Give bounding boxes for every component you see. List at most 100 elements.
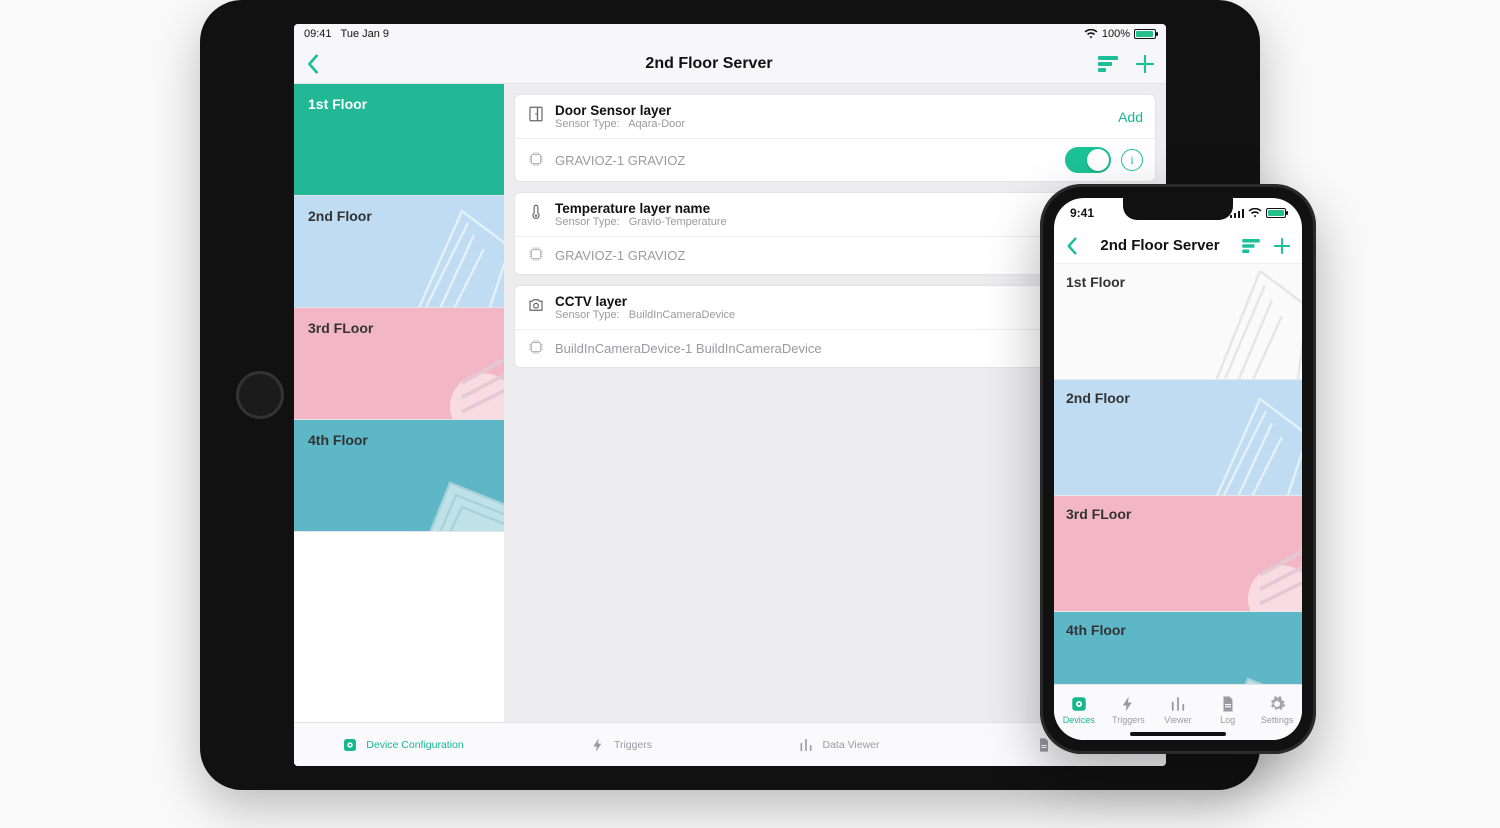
chart-bars-icon [798, 737, 814, 753]
area-label: 3rd FLoor [308, 320, 373, 336]
tab-label: Device Configuration [366, 739, 463, 751]
status-clock: 09:41 Tue Jan 9 [304, 28, 389, 40]
status-time: 9:41 [1070, 206, 1094, 220]
area-item[interactable]: 3rd FLoor [1054, 496, 1302, 612]
back-button[interactable] [1066, 237, 1078, 255]
tab-viewer[interactable]: Viewer [1153, 685, 1203, 734]
tab-devices[interactable]: Devices [1054, 685, 1104, 734]
sensor-type-value: BuildInCameraDevice [629, 309, 735, 321]
sensor-type-label: Sensor Type: [555, 309, 620, 321]
camera-icon [527, 296, 545, 319]
areas-sidebar: 1st Floor 2nd Floor 3rd FLoor 4th Floor [294, 84, 504, 722]
area-label: 1st Floor [308, 96, 367, 112]
ipad-status-bar: 09:41 Tue Jan 9 100% [294, 24, 1166, 44]
areas-list[interactable]: 1st Floor 2nd Floor 3rd FLoor 4th Floor [1054, 264, 1302, 684]
ipad-screen: 09:41 Tue Jan 9 100% 2nd Floor Server [294, 24, 1166, 766]
device-name: GRAVIOZ-1 GRAVIOZ [555, 153, 1055, 168]
iphone-device-frame: 9:41 2nd Floor Server [1040, 184, 1316, 754]
sensor-type-label: Sensor Type: [555, 216, 620, 228]
add-button[interactable] [1274, 238, 1290, 254]
chip-icon [527, 338, 545, 359]
area-label: 4th Floor [1066, 622, 1126, 638]
area-item[interactable]: 2nd Floor [294, 196, 504, 308]
plus-icon [1136, 55, 1154, 73]
page-title: 2nd Floor Server [1100, 237, 1219, 254]
ipad-tab-bar: Device Configuration Triggers Data Viewe… [294, 722, 1166, 766]
area-label: 3rd FLoor [1066, 506, 1131, 522]
file-icon [1219, 695, 1237, 713]
iphone-nav-bar: 2nd Floor Server [1054, 228, 1302, 264]
plus-icon [1274, 238, 1290, 254]
sensor-type-label: Sensor Type: [555, 118, 620, 130]
layer-group: Door Sensor layer Sensor Type: Aqara-Doo… [514, 94, 1156, 182]
ipad-nav-bar: 2nd Floor Server [294, 44, 1166, 84]
chip-icon [527, 150, 545, 171]
building-decoration-icon [1188, 503, 1302, 612]
tab-label: Log [1220, 715, 1235, 725]
building-decoration-icon [390, 423, 504, 532]
thermometer-icon [527, 203, 545, 226]
page-title: 2nd Floor Server [645, 55, 772, 73]
building-decoration-icon [1188, 619, 1302, 684]
bolt-icon [590, 737, 606, 753]
sensor-type-value: Aqara-Door [628, 118, 685, 130]
home-indicator[interactable] [1130, 732, 1226, 736]
add-button[interactable] [1136, 55, 1154, 73]
tab-label: Triggers [614, 739, 652, 751]
layer-header[interactable]: Door Sensor layer Sensor Type: Aqara-Doo… [515, 95, 1155, 139]
chip-icon [527, 245, 545, 266]
tab-device-configuration[interactable]: Device Configuration [294, 723, 512, 766]
area-label: 1st Floor [1066, 274, 1125, 290]
chevron-left-icon [1066, 237, 1078, 255]
building-decoration-icon [1188, 387, 1302, 496]
wifi-icon [1248, 208, 1262, 218]
battery-icon [1134, 29, 1156, 39]
list-card-icon[interactable] [1098, 56, 1118, 72]
tab-label: Triggers [1112, 715, 1145, 725]
gear-badge-icon [342, 737, 358, 753]
tab-triggers[interactable]: Triggers [512, 723, 730, 766]
wifi-icon [1084, 29, 1098, 39]
tab-label: Devices [1063, 715, 1095, 725]
area-label: 4th Floor [308, 432, 368, 448]
tab-triggers[interactable]: Triggers [1104, 685, 1154, 734]
layer-name: Door Sensor layer [555, 103, 1108, 118]
area-item[interactable]: 4th Floor [294, 420, 504, 532]
area-label: 2nd Floor [308, 208, 372, 224]
area-item[interactable]: 4th Floor [1054, 612, 1302, 684]
status-time: 09:41 [304, 28, 332, 40]
list-card-icon[interactable] [1242, 238, 1260, 254]
tab-log[interactable]: Log [1203, 685, 1253, 734]
area-item[interactable]: 1st Floor [1054, 264, 1302, 380]
tab-data-viewer[interactable]: Data Viewer [730, 723, 948, 766]
cog-icon [1268, 695, 1286, 713]
ipad-home-button[interactable] [236, 371, 284, 419]
area-item[interactable]: 3rd FLoor [294, 308, 504, 420]
bolt-icon [1119, 695, 1137, 713]
tab-label: Data Viewer [822, 739, 879, 751]
building-decoration-icon [1188, 271, 1302, 380]
area-item[interactable]: 2nd Floor [1054, 380, 1302, 496]
device-row[interactable]: GRAVIOZ-1 GRAVIOZ i [515, 139, 1155, 181]
chart-bars-icon [1169, 695, 1187, 713]
area-item[interactable]: 1st Floor [294, 84, 504, 196]
building-decoration-icon [390, 199, 504, 308]
tab-settings[interactable]: Settings [1252, 685, 1302, 734]
iphone-screen: 9:41 2nd Floor Server [1054, 198, 1302, 740]
tab-label: Settings [1261, 715, 1294, 725]
door-sensor-icon [527, 105, 545, 128]
battery-icon [1266, 208, 1286, 218]
device-toggle[interactable] [1065, 147, 1111, 173]
chevron-left-icon [306, 54, 320, 74]
status-date: Tue Jan 9 [341, 28, 390, 40]
gear-badge-icon [1070, 695, 1088, 713]
battery-percent: 100% [1102, 28, 1130, 40]
add-device-link[interactable]: Add [1118, 109, 1143, 125]
area-label: 2nd Floor [1066, 390, 1130, 406]
sensor-type-value: Gravio-Temperature [629, 216, 727, 228]
tab-label: Viewer [1164, 715, 1191, 725]
iphone-notch [1123, 198, 1233, 220]
building-decoration-icon [390, 311, 504, 420]
back-button[interactable] [306, 54, 320, 74]
device-info-button[interactable]: i [1121, 149, 1143, 171]
